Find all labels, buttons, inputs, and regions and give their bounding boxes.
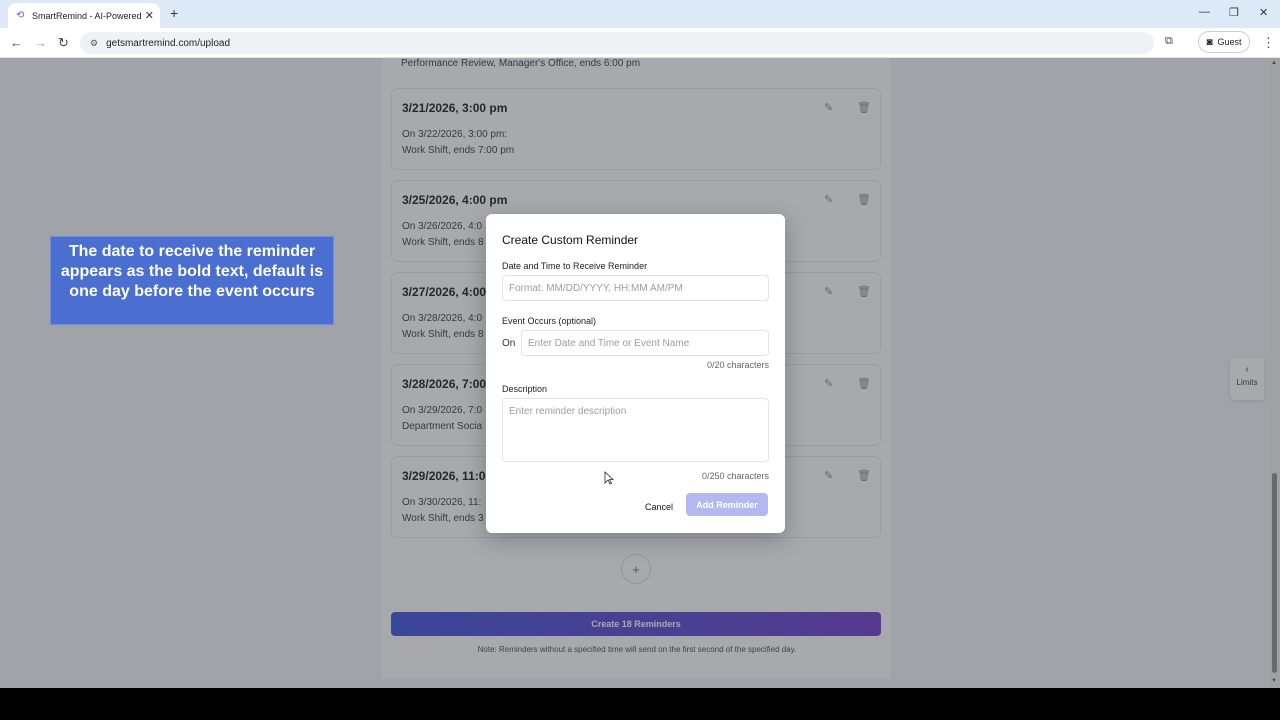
cancel-button[interactable]: Cancel (641, 496, 677, 518)
minimize-icon[interactable]: — (1199, 6, 1210, 18)
profile-label: Guest (1217, 37, 1242, 47)
description-label: Description (502, 384, 548, 394)
new-tab-icon[interactable]: + (170, 5, 178, 21)
date-label: Date and Time to Receive Reminder (502, 261, 648, 271)
description-char-count: 0/250 characters (701, 471, 769, 481)
back-icon[interactable]: ← (10, 35, 23, 50)
restore-icon[interactable]: ❐ (1229, 6, 1239, 19)
site-favicon-icon: ⟲ (16, 9, 25, 21)
mouse-cursor-icon (604, 471, 614, 485)
event-label: Event Occurs (optional) (502, 316, 597, 326)
close-tab-icon[interactable]: ✕ (145, 9, 154, 22)
tab-bar: ⟲ SmartRemind - AI-Powered Do ✕ + — ❐ ✕ (0, 0, 1280, 28)
on-label: On (502, 338, 516, 349)
taskbar-strip (0, 688, 1280, 720)
description-textarea[interactable] (502, 398, 769, 462)
menu-icon[interactable]: ⋮ (1262, 35, 1275, 51)
event-char-count: 0/20 characters (706, 360, 769, 370)
event-input[interactable] (521, 330, 769, 356)
url-text: getsmartremind.com/upload (106, 37, 231, 49)
browser-tab[interactable]: ⟲ SmartRemind - AI-Powered Do ✕ (8, 3, 160, 28)
site-info-icon[interactable]: ⚙ (90, 38, 98, 49)
address-bar: ← → ↻ ⚙ getsmartremind.com/upload ⧉ ◙ Gu… (0, 28, 1280, 58)
reload-icon[interactable]: ↻ (58, 35, 69, 51)
tab-title: SmartRemind - AI-Powered Do (32, 10, 141, 21)
close-window-icon[interactable]: ✕ (1259, 6, 1268, 19)
cast-icon[interactable]: ⧉ (1165, 35, 1173, 48)
tutorial-callout: The date to receive the reminder appears… (50, 236, 334, 325)
reminder-date-input[interactable] (502, 275, 769, 301)
profile-icon: ◙ (1206, 36, 1213, 48)
profile-button[interactable]: ◙ Guest (1198, 31, 1250, 53)
add-reminder-submit-button[interactable]: Add Reminder (686, 493, 768, 516)
create-reminder-dialog: Create Custom Reminder Date and Time to … (486, 214, 785, 533)
forward-icon[interactable]: → (34, 35, 47, 50)
dialog-title: Create Custom Reminder (502, 233, 639, 247)
url-field[interactable]: ⚙ getsmartremind.com/upload (80, 32, 1154, 54)
